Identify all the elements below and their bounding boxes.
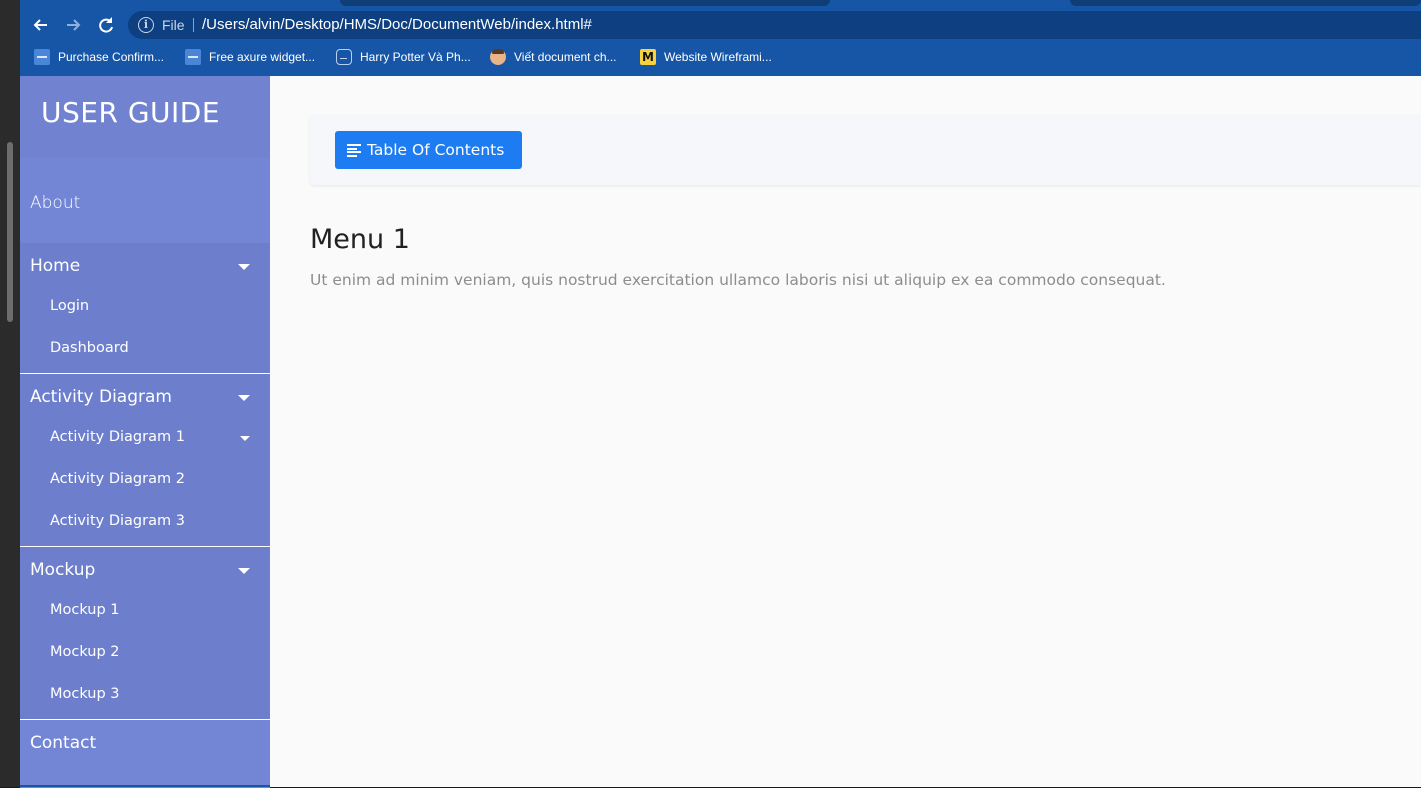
- axure-icon: [185, 49, 201, 65]
- bookmark-label: Website Wireframi...: [664, 50, 772, 64]
- omnibox-divider: [193, 18, 194, 32]
- sidebar-item-label: Activity Diagram 1: [50, 429, 185, 445]
- bookmark-harry-potter[interactable]: Harry Potter Và Ph...: [336, 48, 471, 66]
- address-bar[interactable]: i File /Users/alvin/Desktop/HMS/Doc/Docu…: [128, 11, 1421, 39]
- sidebar-item-activity-diagram[interactable]: Activity Diagram: [20, 374, 270, 420]
- axure-icon: [34, 49, 50, 65]
- reload-button[interactable]: [95, 14, 117, 36]
- toc-toolbar: Table Of Contents: [310, 115, 1421, 185]
- bookmark-free-axure-widget[interactable]: Free axure widget...: [185, 48, 315, 66]
- sidebar-item-activity-diagram-1[interactable]: Activity Diagram 1: [20, 420, 270, 462]
- forward-button[interactable]: [62, 14, 84, 36]
- scrollbar-thumb[interactable]: [7, 142, 13, 322]
- sidebar: USER GUIDE About Home Login Dashboard Ac…: [20, 76, 270, 788]
- caret-down-icon[interactable]: [238, 264, 250, 270]
- address-row: i File /Users/alvin/Desktop/HMS/Doc/Docu…: [20, 7, 1421, 43]
- sidebar-item-mockup[interactable]: Mockup: [20, 547, 270, 593]
- caret-down-icon[interactable]: [238, 395, 250, 401]
- arrow-right-icon: [67, 19, 81, 31]
- table-of-contents-button[interactable]: Table Of Contents: [335, 131, 522, 169]
- bookmark-label: Free axure widget...: [209, 50, 316, 64]
- bookmark-website-wireframe[interactable]: Website Wireframi...: [640, 48, 772, 66]
- bookmark-label: Harry Potter Và Ph...: [360, 50, 471, 64]
- sidebar-brand: USER GUIDE: [20, 76, 270, 158]
- bookmark-label: Viết document ch...: [514, 50, 617, 64]
- sidebar-item-activity-diagram-3[interactable]: Activity Diagram 3: [20, 504, 270, 546]
- button-label: Table Of Contents: [367, 141, 505, 159]
- sidebar-group-activity-diagram: Activity Diagram Activity Diagram 1 Acti…: [20, 374, 270, 547]
- sidebar-item-mockup-1[interactable]: Mockup 1: [20, 593, 270, 635]
- sidebar-group-mockup: Mockup Mockup 1 Mockup 2 Mockup 3: [20, 547, 270, 720]
- sidebar-item-home[interactable]: Home: [20, 243, 270, 289]
- reload-icon: [99, 17, 113, 33]
- sidebar-item-mockup-2[interactable]: Mockup 2: [20, 635, 270, 677]
- bookmark-label: Purchase Confirm...: [58, 50, 165, 64]
- sidebar-item-label: Activity Diagram: [30, 387, 172, 407]
- sidebar-item-label: Mockup: [30, 560, 96, 580]
- main-content: Table Of Contents Menu 1 Ut enim ad mini…: [270, 76, 1421, 787]
- tab-strip: [20, 0, 1421, 7]
- arrow-left-icon: [33, 19, 47, 31]
- browser-chrome: i File /Users/alvin/Desktop/HMS/Doc/Docu…: [20, 0, 1421, 76]
- info-icon[interactable]: i: [138, 17, 154, 33]
- browser-tab[interactable]: [1070, 0, 1421, 6]
- sidebar-group-home: Home Login Dashboard: [20, 243, 270, 374]
- sidebar-item-dashboard[interactable]: Dashboard: [20, 331, 270, 373]
- sidebar-item-mockup-3[interactable]: Mockup 3: [20, 677, 270, 719]
- file-label: File: [162, 17, 185, 33]
- robot-icon: [336, 49, 352, 65]
- bookmark-viet-document[interactable]: Viết document ch...: [490, 48, 617, 66]
- caret-down-icon[interactable]: [238, 568, 250, 574]
- url-text[interactable]: /Users/alvin/Desktop/HMS/Doc/DocumentWeb…: [202, 16, 592, 33]
- bookmarks-bar: Purchase Confirm... Free axure widget...…: [20, 43, 1421, 71]
- caret-down-icon[interactable]: [240, 436, 250, 441]
- avatar-icon: [490, 49, 506, 65]
- page-description: Ut enim ad minim veniam, quis nostrud ex…: [310, 271, 1166, 289]
- sidebar-item-about[interactable]: About: [20, 158, 270, 243]
- sidebar-item-label: Home: [30, 256, 81, 276]
- miro-icon: [640, 49, 656, 65]
- sidebar-item-login[interactable]: Login: [20, 289, 270, 331]
- align-left-icon: [347, 144, 361, 157]
- page-title: Menu 1: [310, 224, 410, 255]
- sidebar-item-contact[interactable]: Contact: [20, 720, 270, 788]
- back-button[interactable]: [30, 14, 52, 36]
- browser-tab[interactable]: [340, 0, 830, 6]
- window-left-gutter: [0, 0, 20, 787]
- bookmark-purchase-confirm[interactable]: Purchase Confirm...: [34, 48, 164, 66]
- sidebar-item-activity-diagram-2[interactable]: Activity Diagram 2: [20, 462, 270, 504]
